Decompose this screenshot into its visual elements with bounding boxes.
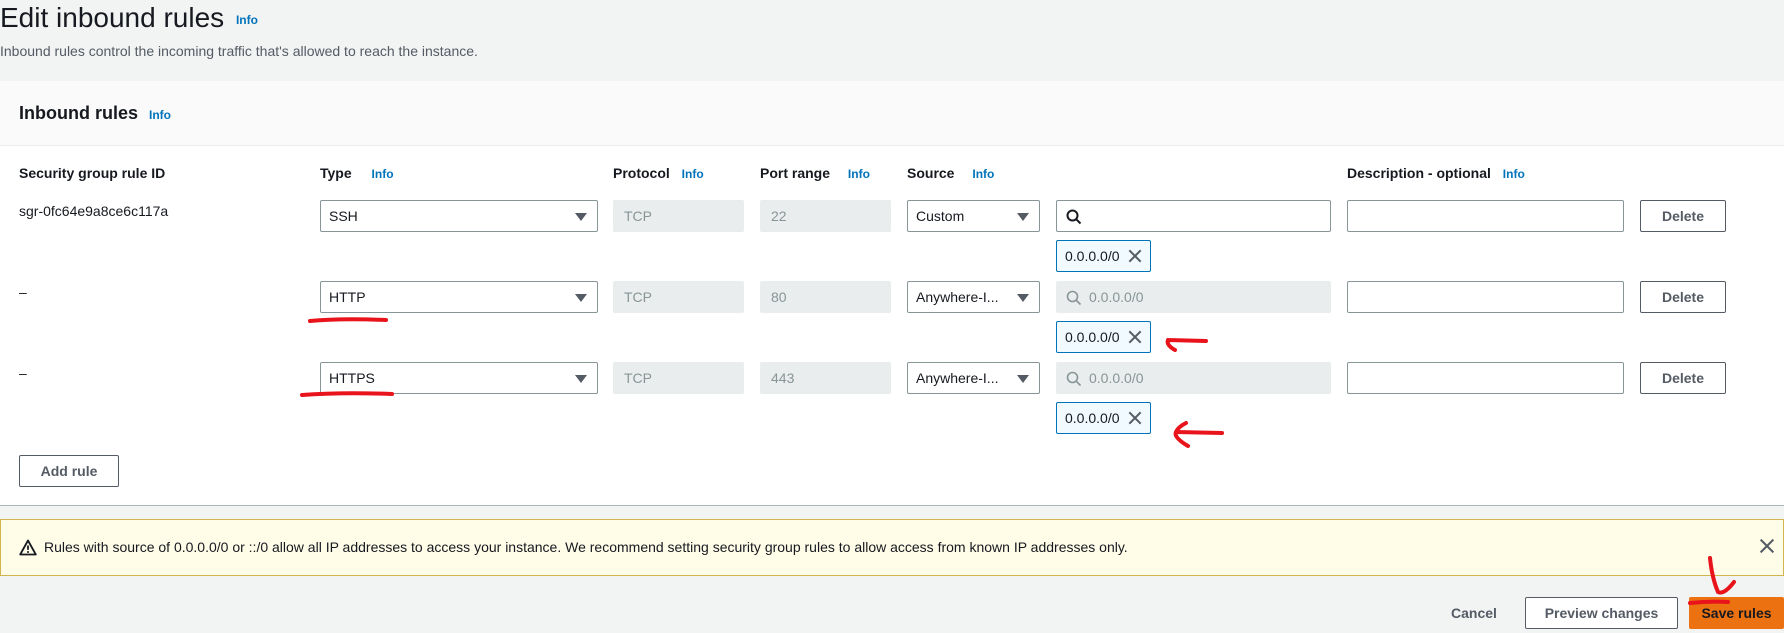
type-select-3[interactable]: HTTPS [320, 362, 598, 394]
description-info-link[interactable]: Info [1503, 167, 1525, 181]
source-select-value: Anywhere-I... [916, 370, 999, 386]
panel-info-link[interactable]: Info [149, 108, 171, 122]
col-header-source: Source Info [907, 165, 994, 181]
col-header-type: Type Info [320, 165, 394, 181]
description-input-2[interactable] [1347, 281, 1624, 313]
type-select-1[interactable]: SSH [320, 200, 598, 232]
source-search-2 [1056, 281, 1331, 313]
cidr-token-2: 0.0.0.0/0 [1056, 321, 1151, 353]
description-input-3[interactable] [1347, 362, 1624, 394]
cancel-button[interactable]: Cancel [1451, 605, 1497, 621]
col-header-type-label: Type [320, 165, 352, 181]
search-icon [1066, 209, 1082, 225]
panel-header [0, 81, 1784, 146]
panel-title-text: Inbound rules [19, 103, 138, 123]
source-search-input-1[interactable] [1089, 201, 1322, 231]
remove-token-icon[interactable] [1128, 411, 1142, 425]
caret-down-icon [575, 213, 587, 221]
col-header-source-label: Source [907, 165, 955, 181]
caret-down-icon [1017, 375, 1029, 383]
type-select-value: HTTPS [329, 370, 375, 386]
col-header-port-range: Port range Info [760, 165, 870, 181]
source-search-1[interactable] [1056, 200, 1331, 232]
source-select-value: Custom [916, 208, 965, 224]
col-header-port-label: Port range [760, 165, 831, 181]
type-select-value: HTTP [329, 289, 366, 305]
caret-down-icon [575, 294, 587, 302]
type-select-2[interactable]: HTTP [320, 281, 598, 313]
source-search-input-2 [1089, 282, 1322, 312]
type-info-link[interactable]: Info [372, 167, 394, 181]
caret-down-icon [1017, 213, 1029, 221]
page-title: Edit inbound rules Info [0, 2, 258, 34]
page-description: Inbound rules control the incoming traff… [0, 43, 478, 59]
protocol-field-3: TCP [613, 362, 744, 394]
port-range-field-3: 443 [760, 362, 891, 394]
warning-icon [19, 539, 37, 556]
port-range-field-2: 80 [760, 281, 891, 313]
source-info-link[interactable]: Info [972, 167, 994, 181]
delete-button-1[interactable]: Delete [1640, 200, 1726, 232]
preview-changes-button[interactable]: Preview changes [1525, 597, 1678, 629]
cidr-token-1: 0.0.0.0/0 [1056, 240, 1151, 272]
page-title-info-link[interactable]: Info [236, 13, 258, 27]
rule-id-3: – [19, 365, 27, 381]
source-select-value: Anywhere-I... [916, 289, 999, 305]
source-select-3[interactable]: Anywhere-I... [907, 362, 1040, 394]
delete-button-2[interactable]: Delete [1640, 281, 1726, 313]
search-icon [1066, 290, 1082, 306]
rule-id-2: – [19, 284, 27, 300]
description-input-1[interactable] [1347, 200, 1624, 232]
col-header-protocol-label: Protocol [613, 165, 670, 181]
col-header-rule-id: Security group rule ID [19, 165, 166, 181]
type-select-value: SSH [329, 208, 358, 224]
rule-id-1: sgr-0fc64e9a8ce6c117a [19, 203, 169, 219]
save-rules-button[interactable]: Save rules [1689, 597, 1784, 629]
remove-token-icon[interactable] [1128, 330, 1142, 344]
remove-token-icon[interactable] [1128, 249, 1142, 263]
cidr-token-label: 0.0.0.0/0 [1065, 410, 1120, 426]
source-search-input-3 [1089, 363, 1322, 393]
col-header-protocol: Protocol Info [613, 165, 704, 181]
col-header-description-label: Description - optional [1347, 165, 1491, 181]
search-icon [1066, 371, 1082, 387]
cidr-token-3: 0.0.0.0/0 [1056, 402, 1151, 434]
source-select-1[interactable]: Custom [907, 200, 1040, 232]
add-rule-button[interactable]: Add rule [19, 455, 119, 487]
port-info-link[interactable]: Info [848, 167, 870, 181]
page-title-text: Edit inbound rules [0, 2, 225, 33]
caret-down-icon [1017, 294, 1029, 302]
port-range-field-1: 22 [760, 200, 891, 232]
warning-alert-text: Rules with source of 0.0.0.0/0 or ::/0 a… [44, 539, 1128, 555]
panel-title: Inbound rules Info [19, 103, 171, 124]
delete-button-3[interactable]: Delete [1640, 362, 1726, 394]
caret-down-icon [575, 375, 587, 383]
col-header-description: Description - optional Info [1347, 165, 1525, 181]
close-icon[interactable] [1759, 538, 1775, 554]
cidr-token-label: 0.0.0.0/0 [1065, 248, 1120, 264]
protocol-info-link[interactable]: Info [682, 167, 704, 181]
protocol-field-2: TCP [613, 281, 744, 313]
source-select-2[interactable]: Anywhere-I... [907, 281, 1040, 313]
source-search-3 [1056, 362, 1331, 394]
cidr-token-label: 0.0.0.0/0 [1065, 329, 1120, 345]
protocol-field-1: TCP [613, 200, 744, 232]
